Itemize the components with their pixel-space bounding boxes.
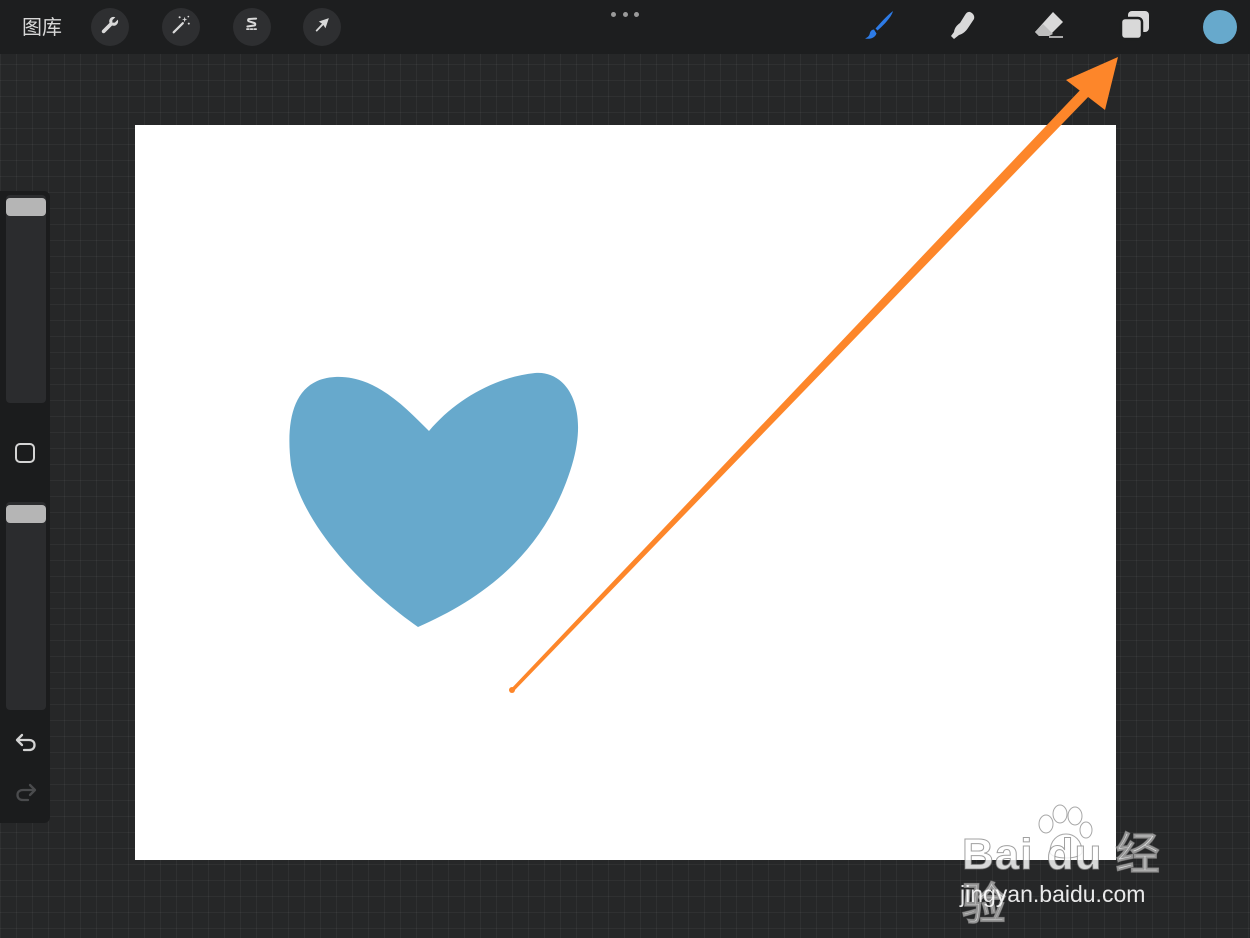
undo-icon xyxy=(13,733,39,759)
smudge-finger-icon xyxy=(946,8,980,46)
drawing-canvas[interactable] xyxy=(135,125,1116,860)
undo-button[interactable] xyxy=(13,729,39,755)
redo-button[interactable] xyxy=(13,779,39,805)
color-picker-button[interactable] xyxy=(1203,10,1237,44)
opacity-slider[interactable] xyxy=(6,502,46,710)
eraser-tool-button[interactable] xyxy=(1031,9,1067,45)
arrow-cursor-icon xyxy=(311,14,333,40)
brush-size-slider[interactable] xyxy=(6,195,46,403)
transform-button[interactable] xyxy=(303,8,341,46)
brush-icon xyxy=(862,8,896,46)
wrench-icon xyxy=(99,14,121,40)
top-toolbar: 图库 xyxy=(0,0,1250,54)
brush-tool-button[interactable] xyxy=(861,9,897,45)
s-selection-icon xyxy=(241,14,263,40)
actions-button[interactable] xyxy=(91,8,129,46)
eraser-icon xyxy=(1032,8,1066,46)
left-sidebar xyxy=(0,191,50,823)
adjustments-button[interactable] xyxy=(162,8,200,46)
redo-icon xyxy=(13,783,39,809)
layers-button[interactable] xyxy=(1117,9,1153,45)
selection-button[interactable] xyxy=(233,8,271,46)
canvas-artwork xyxy=(289,372,579,627)
square-icon xyxy=(14,443,36,468)
modify-button[interactable] xyxy=(14,442,36,464)
magic-wand-icon xyxy=(170,14,192,40)
gallery-button[interactable]: 图库 xyxy=(22,13,62,41)
brush-size-handle[interactable] xyxy=(6,198,46,216)
layers-icon xyxy=(1118,8,1152,46)
opacity-handle[interactable] xyxy=(6,505,46,523)
more-dots-icon xyxy=(611,11,616,17)
smudge-tool-button[interactable] xyxy=(945,9,981,45)
heart-shape xyxy=(289,372,579,627)
more-options-button[interactable] xyxy=(611,8,639,20)
